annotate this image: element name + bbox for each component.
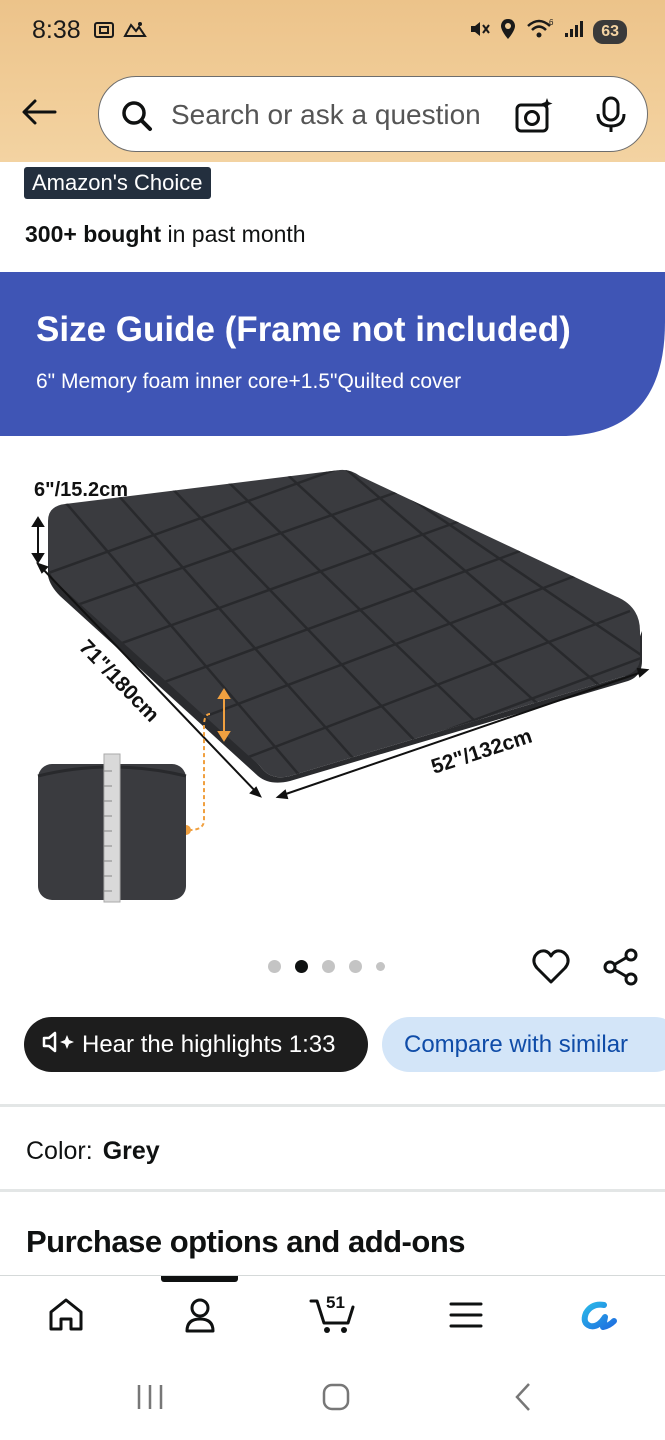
status-bar: 8:38 6 63 (0, 0, 665, 62)
status-right-icons: 6 63 (467, 17, 627, 46)
divider (0, 1189, 665, 1192)
camera-search-icon[interactable] (513, 95, 555, 140)
back-arrow-icon[interactable] (18, 92, 60, 132)
active-tab-indicator (161, 1276, 238, 1282)
mute-icon (467, 17, 491, 46)
app-header: 8:38 6 63 (0, 0, 665, 162)
divider (0, 1104, 665, 1107)
battery-icon: 63 (593, 19, 627, 44)
carousel-dot-active[interactable] (295, 960, 308, 973)
color-value: Grey (102, 1137, 160, 1165)
menu-icon[interactable] (436, 1290, 496, 1340)
microphone-icon[interactable] (593, 95, 629, 140)
bought-count: 300+ bought in past month (25, 221, 306, 248)
hear-highlights-button[interactable]: Hear the highlights 1:33 (24, 1017, 368, 1072)
banner-subtitle: 6" Memory foam inner core+1.5"Quilted co… (36, 370, 462, 393)
bought-suffix: in past month (161, 221, 306, 247)
compare-similar-button[interactable]: Compare with similar (382, 1017, 665, 1072)
search-bar[interactable] (98, 76, 648, 152)
home-button[interactable] (311, 1375, 361, 1419)
cart-count: 51 (326, 1293, 345, 1312)
home-icon[interactable] (36, 1290, 96, 1340)
height-dimension-label: 6"/15.2cm (34, 479, 128, 501)
carousel-dot[interactable] (349, 960, 362, 973)
carousel-dot[interactable] (268, 960, 281, 973)
purchase-options-heading: Purchase options and add-ons (26, 1224, 466, 1259)
search-input[interactable] (171, 95, 491, 135)
back-button[interactable] (498, 1375, 548, 1419)
signal-icon (563, 17, 585, 46)
carousel-dots (268, 960, 385, 973)
amazons-choice-badge: Amazon's Choice (24, 167, 211, 199)
color-label: Color: (26, 1137, 93, 1165)
bought-number: 300+ bought (25, 221, 162, 247)
hear-highlights-label: Hear the highlights 1:33 (82, 1030, 336, 1058)
driving-icon (122, 18, 148, 47)
search-icon (119, 98, 155, 139)
color-selector[interactable]: Color: Grey (26, 1137, 160, 1166)
rufus-icon[interactable] (568, 1290, 628, 1340)
screenshot-icon (92, 18, 116, 47)
heart-icon[interactable] (530, 946, 572, 988)
ruler (103, 753, 121, 903)
share-icon[interactable] (600, 946, 642, 988)
bottom-nav (0, 1275, 665, 1355)
status-time: 8:38 (32, 16, 81, 44)
system-nav-bar (0, 1355, 665, 1440)
location-icon (499, 17, 517, 46)
product-image[interactable]: 6"/15.2cm 71"/180cm 52"/132cm (0, 436, 665, 936)
status-left-icons (92, 18, 148, 47)
speaker-sparkle-icon (42, 1029, 76, 1060)
carousel-dot[interactable] (376, 962, 385, 971)
recents-button[interactable] (125, 1375, 175, 1419)
carousel-dot[interactable] (322, 960, 335, 973)
banner-title: Size Guide (Frame not included) (36, 310, 571, 349)
size-guide-banner (0, 272, 665, 436)
compare-similar-label: Compare with similar (404, 1030, 629, 1058)
svg-text:6: 6 (549, 18, 554, 27)
wifi-icon: 6 (525, 17, 555, 46)
account-icon[interactable] (170, 1290, 230, 1340)
